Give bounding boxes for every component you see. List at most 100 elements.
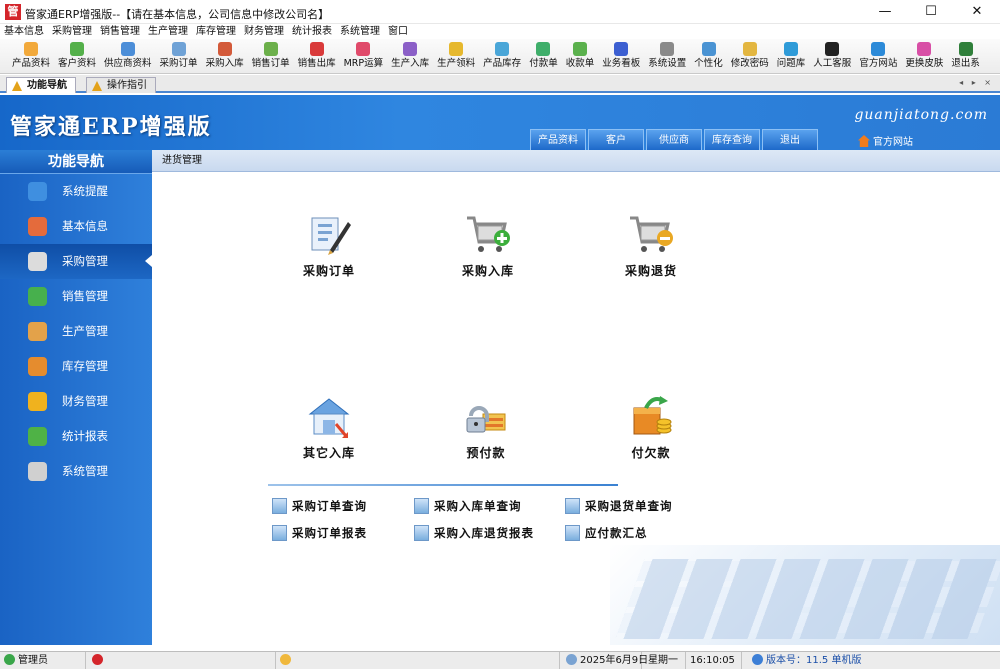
banner-nav-stock-query[interactable]: 库存查询 [704,129,760,150]
calendar-icon [566,654,577,665]
menu-purchase[interactable]: 采购管理 [48,24,96,39]
toolbar-button-6[interactable]: 销售出库 [294,39,340,73]
toolbar-button-15[interactable]: 个性化 [690,39,727,73]
sidebar-item-6[interactable]: 财务管理 [0,384,152,419]
toolbar-button-17[interactable]: 问题库 [773,39,810,73]
sidebar-item-5[interactable]: 库存管理 [0,349,152,384]
tab-label: 操作指引 [107,80,147,91]
toolbar-icon [403,42,418,56]
function-label: 采购退货 [624,264,677,278]
link-purchase-in-return-report[interactable]: 采购入库退货报表 [414,525,534,541]
menu-window[interactable]: 窗口 [384,24,412,39]
function-label: 其它入库 [302,446,355,460]
prepayment-button[interactable]: 预付款 [426,394,546,461]
menu-production[interactable]: 生产管理 [144,24,192,39]
sidebar-item-8[interactable]: 系统管理 [0,454,152,489]
sidebar-item-2[interactable]: 采购管理 [0,244,152,279]
toolbar-button-0[interactable]: 产品资料 [8,39,54,73]
official-site-label: 官方网站 [873,137,913,148]
status-date: 2025年6月9日 [566,652,648,669]
toolbar-icon [24,42,38,56]
toolbar-icon [660,42,675,56]
lock-money-icon [463,394,509,440]
link-purchase-order-query[interactable]: 采购订单查询 [272,498,367,514]
minimize-button[interactable]: — [862,0,908,24]
menu-bar: 基本信息 采购管理 销售管理 生产管理 库存管理 财务管理 统计报表 系统管理 … [0,24,1000,39]
toolbar-button-11[interactable]: 付款单 [525,39,562,73]
menu-sales[interactable]: 销售管理 [96,24,144,39]
sidebar-item-7[interactable]: 统计报表 [0,419,152,454]
toolbar-button-9[interactable]: 生产领料 [433,39,479,73]
sidebar-item-1[interactable]: 基本信息 [0,209,152,244]
sidebar-item-0[interactable]: 系统提醒 [0,174,152,209]
purchase-order-button[interactable]: 采购订单 [269,212,389,279]
link-purchase-order-report[interactable]: 采购订单报表 [272,525,367,541]
toolbar-button-8[interactable]: 生产入库 [387,39,433,73]
toolbar-button-12[interactable]: 收款单 [562,39,599,73]
toolbar-button-18[interactable]: 人工客服 [809,39,855,73]
status-bar: 管理员 2025年6月9日 星期一 16:10:05 版本号：11.5 单机版 [0,651,1000,669]
sidebar-item-4[interactable]: 生产管理 [0,314,152,349]
banner-nav-exit[interactable]: 退出 [762,129,818,150]
toolbar-label: 个性化 [694,58,723,69]
toolbar-button-2[interactable]: 供应商资料 [100,39,156,73]
tab-operation-guide[interactable]: 操作指引 [86,77,156,93]
toolbar-label: 业务看板 [602,58,641,69]
report-icon [272,498,287,514]
official-site-link[interactable]: 官方网站 [858,133,913,148]
toolbar-button-7[interactable]: MRP运算 [340,39,388,73]
menu-basic-info[interactable]: 基本信息 [0,24,48,39]
toolbar-label: 系统设置 [648,58,687,69]
toolbar-button-1[interactable]: 客户资料 [54,39,100,73]
maximize-button[interactable]: ☐ [908,0,954,24]
pay-debt-button[interactable]: 付欠款 [591,394,711,461]
banner-nav-customers[interactable]: 客户 [588,129,644,150]
toolbar-icon [495,42,510,56]
toolbar-label: 供应商资料 [104,58,152,69]
menu-reports[interactable]: 统计报表 [288,24,336,39]
toolbar-button-3[interactable]: 采购订单 [156,39,202,73]
toolbar-icon [742,42,757,56]
link-purchase-return-query[interactable]: 采购退货单查询 [565,498,673,514]
toolbar-button-13[interactable]: 业务看板 [598,39,644,73]
toolbar-button-19[interactable]: 官方网站 [855,39,901,73]
toolbar-label: 更换皮肤 [905,58,944,69]
tab-function-nav[interactable]: 功能导航 [6,77,76,93]
close-button[interactable]: ✕ [954,0,1000,24]
sidebar-icon [28,357,47,376]
banner-nav-products[interactable]: 产品资料 [530,129,586,150]
vip-icon [92,654,103,665]
toolbar-icon [120,42,135,56]
report-icon [414,498,429,514]
purchase-in-button[interactable]: 采购入库 [428,212,548,279]
sidebar-item-3[interactable]: 销售管理 [0,279,152,314]
sidebar-item-label: 财务管理 [62,394,108,408]
brand-logo: 管家通ERP增强版 [10,114,212,140]
banner-nav-suppliers[interactable]: 供应商 [646,129,702,150]
report-icon [565,498,580,514]
cart-remove-icon [628,212,674,258]
purchase-return-button[interactable]: 采购退货 [591,212,711,279]
tab-scroll-arrows[interactable]: ◂ ▸ × [959,78,994,87]
sidebar-icon [28,182,47,201]
brand-url: guanjiatong.com [854,107,988,123]
toolbar-button-5[interactable]: 销售订单 [248,39,294,73]
toolbar-button-14[interactable]: 系统设置 [644,39,690,73]
link-label: 应付款汇总 [585,526,648,540]
star-icon [12,81,22,91]
link-payable-summary[interactable]: 应付款汇总 [565,525,648,541]
sidebar-item-label: 基本信息 [62,219,108,233]
toolbar-button-16[interactable]: 修改密码 [727,39,773,73]
link-purchase-in-query[interactable]: 采购入库单查询 [414,498,522,514]
toolbar-button-4[interactable]: 采购入库 [202,39,248,73]
status-time: 16:10:05 [690,652,742,669]
menu-finance[interactable]: 财务管理 [240,24,288,39]
menu-system[interactable]: 系统管理 [336,24,384,39]
toolbar-button-10[interactable]: 产品库存 [479,39,525,73]
sidebar-icon [28,322,47,341]
toolbar-button-21[interactable]: 退出系 [947,39,984,73]
toolbar-label: 产品资料 [12,58,51,69]
toolbar-button-20[interactable]: 更换皮肤 [901,39,947,73]
menu-inventory[interactable]: 库存管理 [192,24,240,39]
other-in-button[interactable]: 其它入库 [269,394,389,461]
